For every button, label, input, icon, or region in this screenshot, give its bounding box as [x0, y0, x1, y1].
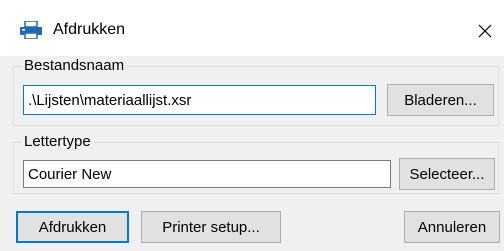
- title-bar: Afdrukken: [0, 0, 504, 56]
- close-icon[interactable]: [470, 16, 500, 46]
- dialog-title: Afdrukken: [53, 21, 126, 38]
- file-group-label: Bestandsnaam: [21, 57, 128, 75]
- print-button[interactable]: Afdrukken: [16, 211, 129, 243]
- printer-setup-button[interactable]: Printer setup...: [141, 211, 281, 243]
- print-app-icon: [20, 21, 42, 39]
- cancel-button[interactable]: Annuleren: [404, 211, 500, 243]
- font-group-label: Lettertype: [21, 133, 94, 151]
- browse-button[interactable]: Bladeren...: [387, 84, 494, 116]
- select-font-button[interactable]: Selecteer...: [399, 158, 495, 190]
- file-path-input[interactable]: [23, 85, 376, 115]
- font-name-input[interactable]: [23, 160, 391, 188]
- print-dialog: Afdrukken Bestandsnaam Bladeren... Lette…: [0, 0, 504, 251]
